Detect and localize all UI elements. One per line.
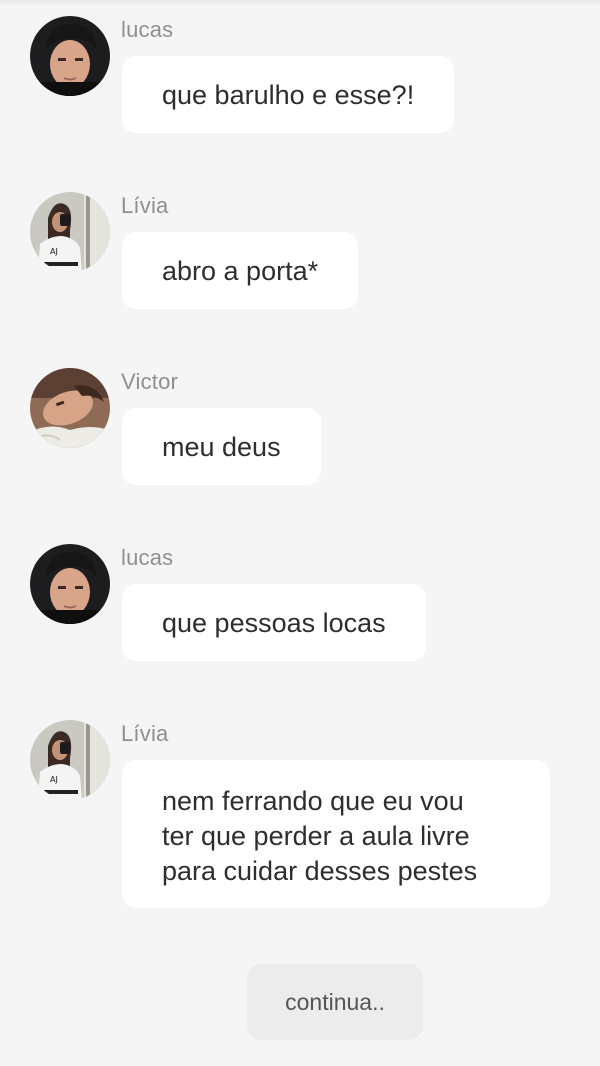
chat-message: lucas que pessoas locas <box>0 544 600 664</box>
sender-name: Victor <box>121 369 179 394</box>
message-bubble: que barulho e esse?! <box>122 56 455 133</box>
message-bubble: abro a porta* <box>122 232 359 309</box>
avatar-livia[interactable]: AJ <box>30 720 110 800</box>
avatar-victor[interactable] <box>30 368 110 448</box>
top-edge <box>0 0 600 6</box>
chat-message: AJ Lívia abro a porta* <box>0 192 600 312</box>
chat-message: AJ Lívia nem ferrando que eu vou ter que… <box>0 720 600 920</box>
continue-button[interactable]: continua.. <box>247 964 423 1040</box>
message-bubble: nem ferrando que eu vou ter que perder a… <box>122 760 550 908</box>
svg-text:AJ: AJ <box>50 247 58 256</box>
sender-name: lucas <box>121 17 174 42</box>
sender-name: Lívia <box>121 721 169 746</box>
sender-name: Lívia <box>121 193 169 218</box>
message-bubble: que pessoas locas <box>122 584 426 661</box>
svg-text:AJ: AJ <box>50 775 58 784</box>
avatar-lucas[interactable] <box>30 16 110 96</box>
chat-message: lucas que barulho e esse?! <box>0 16 600 136</box>
avatar-lucas[interactable] <box>30 544 110 624</box>
avatar-livia[interactable]: AJ <box>30 192 110 272</box>
message-bubble: meu deus <box>122 408 321 485</box>
chat-message: Victor meu deus <box>0 368 600 488</box>
sender-name: lucas <box>121 545 174 570</box>
